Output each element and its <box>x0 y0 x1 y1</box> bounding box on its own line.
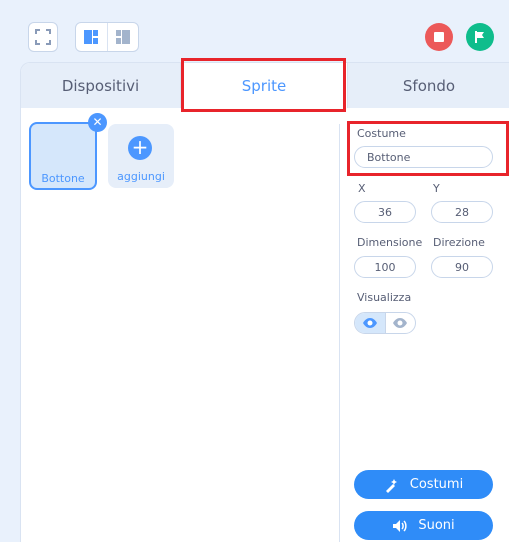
sounds-label: Suoni <box>418 518 455 533</box>
sounds-button[interactable]: Suoni <box>354 511 493 540</box>
fullscreen-icon <box>35 29 51 45</box>
stage-toolbar <box>0 0 509 62</box>
add-sprite-button[interactable]: + aggiungi <box>108 124 174 188</box>
tab-devices[interactable]: Dispositivi <box>21 63 181 108</box>
layout-small-icon <box>115 30 130 44</box>
y-label: Y <box>433 182 440 195</box>
large-stage-button[interactable] <box>76 23 107 51</box>
direction-field[interactable]: 90 <box>431 256 493 278</box>
delete-sprite-button[interactable]: ✕ <box>88 113 107 132</box>
target-tabs: Dispositivi Sprite Sfondo <box>21 63 509 108</box>
stop-button[interactable] <box>425 23 453 51</box>
speaker-icon <box>393 519 407 532</box>
delete-icon: ✕ <box>92 115 103 129</box>
costume-label: Costume <box>357 127 406 140</box>
costumes-button[interactable]: Costumi <box>354 470 493 499</box>
tab-backdrop[interactable]: Sfondo <box>348 63 509 108</box>
tab-sprite[interactable]: Sprite <box>181 63 348 108</box>
stage-layout-toggle[interactable] <box>75 22 139 52</box>
plus-icon: + <box>128 136 152 160</box>
layout-large-icon <box>84 30 99 44</box>
size-label: Dimensione <box>357 236 423 249</box>
hide-sprite-button[interactable] <box>384 313 416 333</box>
costumes-label: Costumi <box>409 477 464 492</box>
stop-icon <box>434 32 444 42</box>
fullscreen-button[interactable] <box>28 22 58 52</box>
y-field[interactable]: 28 <box>431 201 493 223</box>
x-label: X <box>358 182 366 195</box>
direction-label: Direzione <box>433 236 485 249</box>
green-flag-icon <box>475 31 484 43</box>
costume-select[interactable]: Bottone <box>354 146 493 168</box>
small-stage-button[interactable] <box>106 23 139 51</box>
sprite-name: Bottone <box>41 172 85 185</box>
eye-hidden-icon <box>393 318 408 328</box>
eye-icon <box>362 318 377 328</box>
show-sprite-button[interactable] <box>355 313 385 333</box>
pane-divider <box>339 124 340 542</box>
visibility-label: Visualizza <box>357 291 412 304</box>
visibility-toggle[interactable] <box>354 312 416 334</box>
add-sprite-label: aggiungi <box>117 170 165 183</box>
sprite-tile-bottone[interactable]: Bottone <box>29 122 97 190</box>
size-field[interactable]: 100 <box>354 256 416 278</box>
costume-brush-icon <box>385 478 397 493</box>
green-flag-button[interactable] <box>466 23 494 51</box>
x-field[interactable]: 36 <box>354 201 416 223</box>
